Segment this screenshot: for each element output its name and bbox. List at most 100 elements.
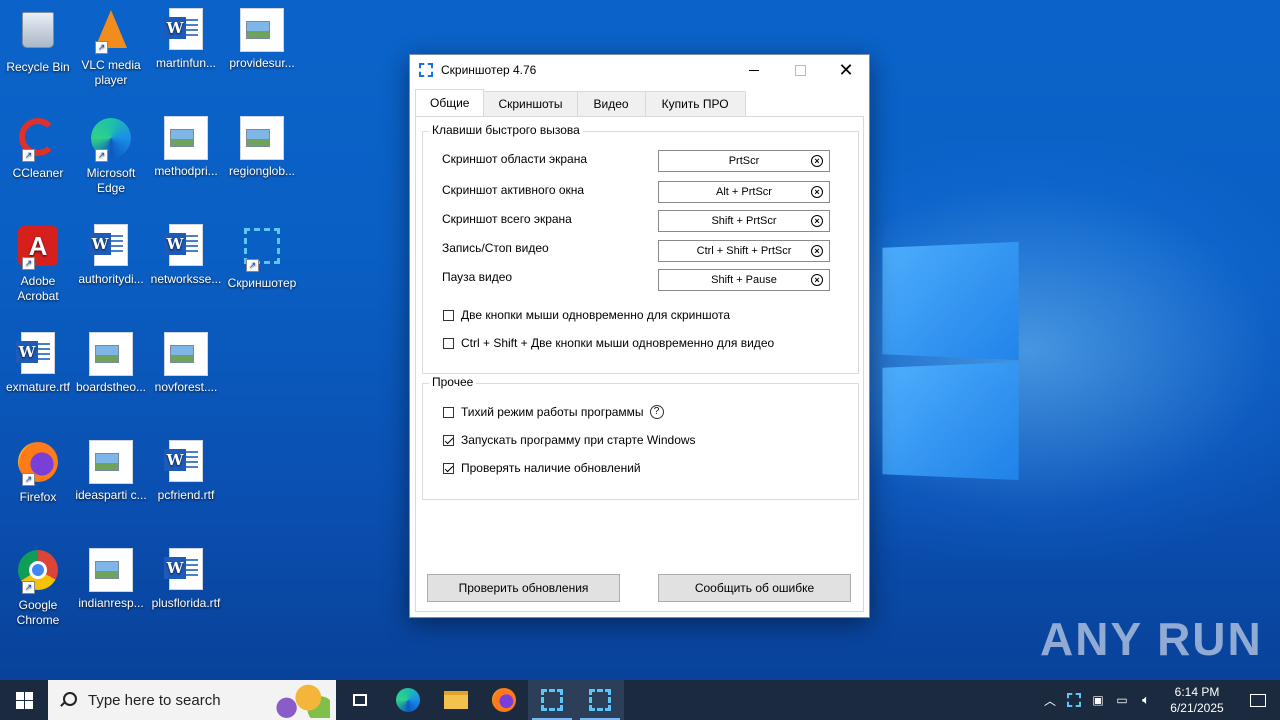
checkbox-two-mouse-buttons-screenshot[interactable]: Две кнопки мыши одновременно для скриншо… [443, 308, 730, 322]
taskbar-firefox[interactable] [480, 680, 528, 720]
vlc-cone-icon: ↗ [89, 10, 133, 54]
hotkey-label: Скриншот всего экрана [442, 212, 572, 226]
title-bar[interactable]: Скриншотер 4.76 ✕ [410, 55, 869, 85]
checkbox-box[interactable] [443, 310, 454, 321]
taskbar-file-explorer[interactable] [432, 680, 480, 720]
desktop-icon-file[interactable]: networksse... [148, 224, 224, 287]
hotkey-value: Shift + Pause [711, 274, 777, 286]
clock-time: 6:14 PM [1158, 684, 1236, 700]
taskbar-screenshoter-2[interactable] [576, 680, 624, 720]
app-icon [419, 63, 433, 77]
checkbox-box[interactable] [443, 407, 454, 418]
other-group-legend: Прочее [429, 375, 476, 389]
desktop-icon-file[interactable]: ideasparti c... [73, 440, 149, 503]
checkbox-silent-mode[interactable]: Тихий режим работы программы ? [443, 405, 664, 419]
network-icon[interactable]: ▭ [1110, 693, 1134, 707]
hotkey-label: Запись/Стоп видео [442, 241, 549, 255]
tab-screenshots[interactable]: Скриншоты [483, 91, 577, 116]
desktop-icon-file[interactable]: boardstheo... [73, 332, 149, 395]
chrome-icon: ↗ [16, 550, 60, 594]
hotkey-field-area[interactable]: PrtScr × [658, 150, 830, 172]
clear-icon[interactable]: × [811, 155, 823, 167]
desktop-icon-file[interactable]: novforest.... [148, 332, 224, 395]
desktop-icon-label: exmature.rtf [0, 380, 76, 395]
desktop-icon-file[interactable]: regionglob... [224, 116, 300, 179]
desktop-icon-recycle-bin[interactable]: Recycle Bin [0, 8, 76, 75]
task-view-button[interactable] [336, 680, 384, 720]
hotkey-field-full-screen[interactable]: Shift + PrtScr × [658, 210, 830, 232]
word-document-icon [169, 224, 203, 266]
checkbox-autostart[interactable]: Запускать программу при старте Windows [443, 433, 696, 447]
chevron-up-icon[interactable]: ︿ [1038, 692, 1062, 709]
desktop-icon-file[interactable]: plusflorida.rtf [148, 548, 224, 611]
checkbox-box[interactable] [443, 435, 454, 446]
checkbox-box[interactable] [443, 463, 454, 474]
desktop-icon-label: ideasparti c... [73, 488, 149, 503]
taskbar-edge[interactable] [384, 680, 432, 720]
screenshoter-icon [541, 689, 563, 711]
help-icon[interactable]: ? [650, 405, 664, 419]
checkbox-two-mouse-buttons-video[interactable]: Ctrl + Shift + Две кнопки мыши одновреме… [443, 336, 774, 350]
hotkey-field-active-window[interactable]: Alt + PrtScr × [658, 181, 830, 203]
taskbar-clock[interactable]: 6:14 PM 6/21/2025 [1158, 684, 1236, 716]
image-file-icon [89, 548, 133, 592]
taskbar-screenshoter-1[interactable] [528, 680, 576, 720]
desktop-icon-file[interactable]: pcfriend.rtf [148, 440, 224, 503]
screenshoter-tray-icon[interactable] [1067, 693, 1081, 707]
desktop-icon-file[interactable]: indianresp... [73, 548, 149, 611]
taskbar: Type here to search ︿ ▣ ▭ 🔈︎ 6:14 PM 6/2… [0, 680, 1280, 720]
tab-video[interactable]: Видео [577, 91, 646, 116]
maximize-button[interactable] [777, 55, 823, 85]
search-icon [60, 692, 76, 708]
desktop-icon-label: Adobe Acrobat [0, 274, 76, 304]
clear-icon[interactable]: × [811, 215, 823, 227]
hotkey-field-record-video[interactable]: Ctrl + Shift + PrtScr × [658, 240, 830, 262]
edge-icon: ↗ [89, 118, 133, 162]
screenshoter-window: Скриншотер 4.76 ✕ Общие Скриншоты Видео … [409, 54, 870, 618]
desktop-icon-screenshoter[interactable]: ↗ Скриншотер [224, 224, 300, 291]
word-document-icon [94, 224, 128, 266]
tab-general[interactable]: Общие [415, 89, 484, 116]
tray-app-icon[interactable]: ▣ [1086, 693, 1110, 707]
clock-date: 6/21/2025 [1158, 700, 1236, 716]
firefox-icon: ↗ [16, 442, 60, 486]
checkbox-box[interactable] [443, 338, 454, 349]
notifications-icon[interactable] [1236, 694, 1280, 707]
desktop-icon-firefox[interactable]: ↗ Firefox [0, 440, 76, 505]
desktop-icon-label: Firefox [0, 490, 76, 505]
start-button[interactable] [0, 680, 48, 720]
clear-icon[interactable]: × [811, 274, 823, 286]
clear-icon[interactable]: × [811, 245, 823, 257]
image-file-icon [240, 8, 284, 52]
desktop-icon-file[interactable]: martinfun... [148, 8, 224, 71]
desktop-icon-file[interactable]: authoritydi... [73, 224, 149, 287]
window-title: Скриншотер 4.76 [441, 63, 536, 77]
desktop-icon-label: regionglob... [224, 164, 300, 179]
desktop-icon-file[interactable]: exmature.rtf [0, 332, 76, 395]
clear-icon[interactable]: × [811, 186, 823, 198]
desktop-icon-vlc[interactable]: ↗ VLC media player [73, 8, 149, 88]
desktop-icon-chrome[interactable]: ↗ Google Chrome [0, 548, 76, 628]
check-updates-button[interactable]: Проверить обновления [427, 574, 620, 602]
volume-icon[interactable]: 🔈︎ [1134, 692, 1158, 708]
minimize-button[interactable] [731, 55, 777, 85]
desktop-icon-label: Microsoft Edge [73, 166, 149, 196]
checkbox-label: Две кнопки мыши одновременно для скриншо… [461, 308, 730, 322]
minimize-icon [749, 70, 759, 71]
checkbox-check-updates[interactable]: Проверять наличие обновлений [443, 461, 641, 475]
desktop-icon-label: authoritydi... [73, 272, 149, 287]
desktop-icon-acrobat[interactable]: A ↗ Adobe Acrobat [0, 224, 76, 304]
desktop-icon-edge[interactable]: ↗ Microsoft Edge [73, 116, 149, 196]
screenshoter-icon: ↗ [240, 228, 284, 272]
close-button[interactable]: ✕ [823, 55, 869, 85]
report-bug-button[interactable]: Сообщить об ошибке [658, 574, 851, 602]
tab-buy-pro[interactable]: Купить ПРО [645, 91, 746, 116]
desktop-icon-file[interactable]: methodpri... [148, 116, 224, 179]
taskbar-search-box[interactable]: Type here to search [48, 680, 336, 720]
desktop-icon-ccleaner[interactable]: ↗ CCleaner [0, 116, 76, 181]
word-document-icon [169, 8, 203, 50]
image-file-icon [89, 440, 133, 484]
image-file-icon [164, 332, 208, 376]
hotkey-field-pause-video[interactable]: Shift + Pause × [658, 269, 830, 291]
desktop-icon-file[interactable]: providesur... [224, 8, 300, 71]
